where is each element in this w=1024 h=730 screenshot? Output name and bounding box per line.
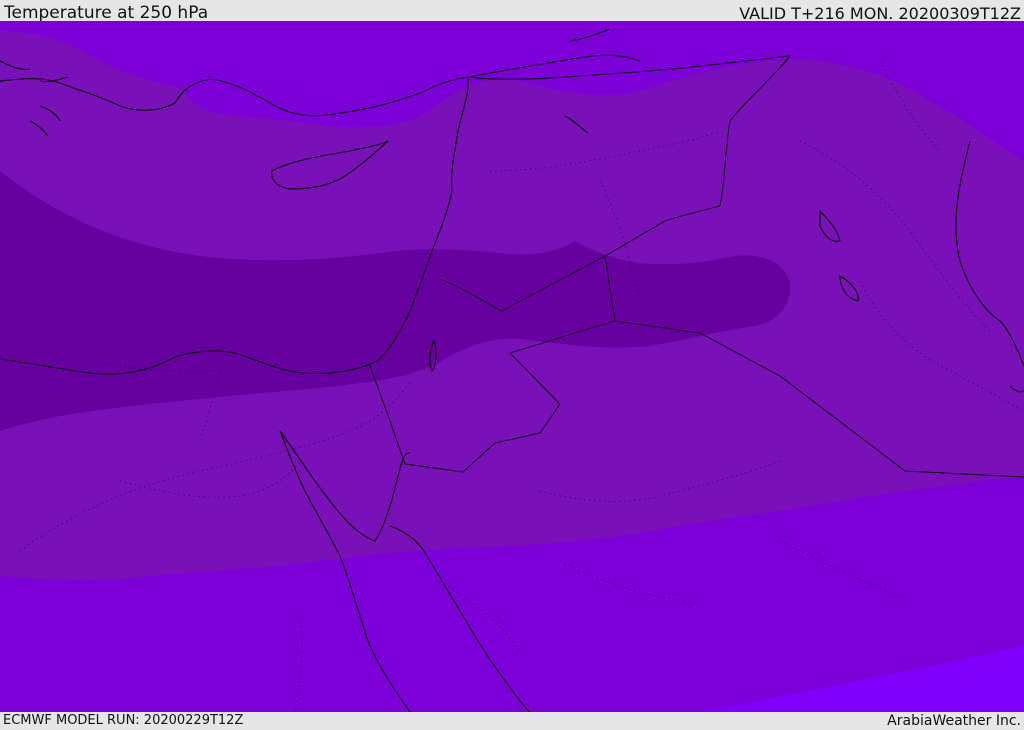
credit-label: ArabiaWeather Inc.	[887, 713, 1021, 729]
temperature-map-canvas	[0, 21, 1024, 712]
model-run-label: ECMWF MODEL RUN: 20200229T12Z	[3, 713, 244, 728]
header-bar: Temperature at 250 hPa VALID T+216 MON. …	[0, 0, 1024, 23]
map-title: Temperature at 250 hPa	[4, 3, 209, 23]
weather-map[interactable]	[0, 21, 1024, 712]
footer-bar: ECMWF MODEL RUN: 20200229T12Z ArabiaWeat…	[0, 712, 1024, 729]
